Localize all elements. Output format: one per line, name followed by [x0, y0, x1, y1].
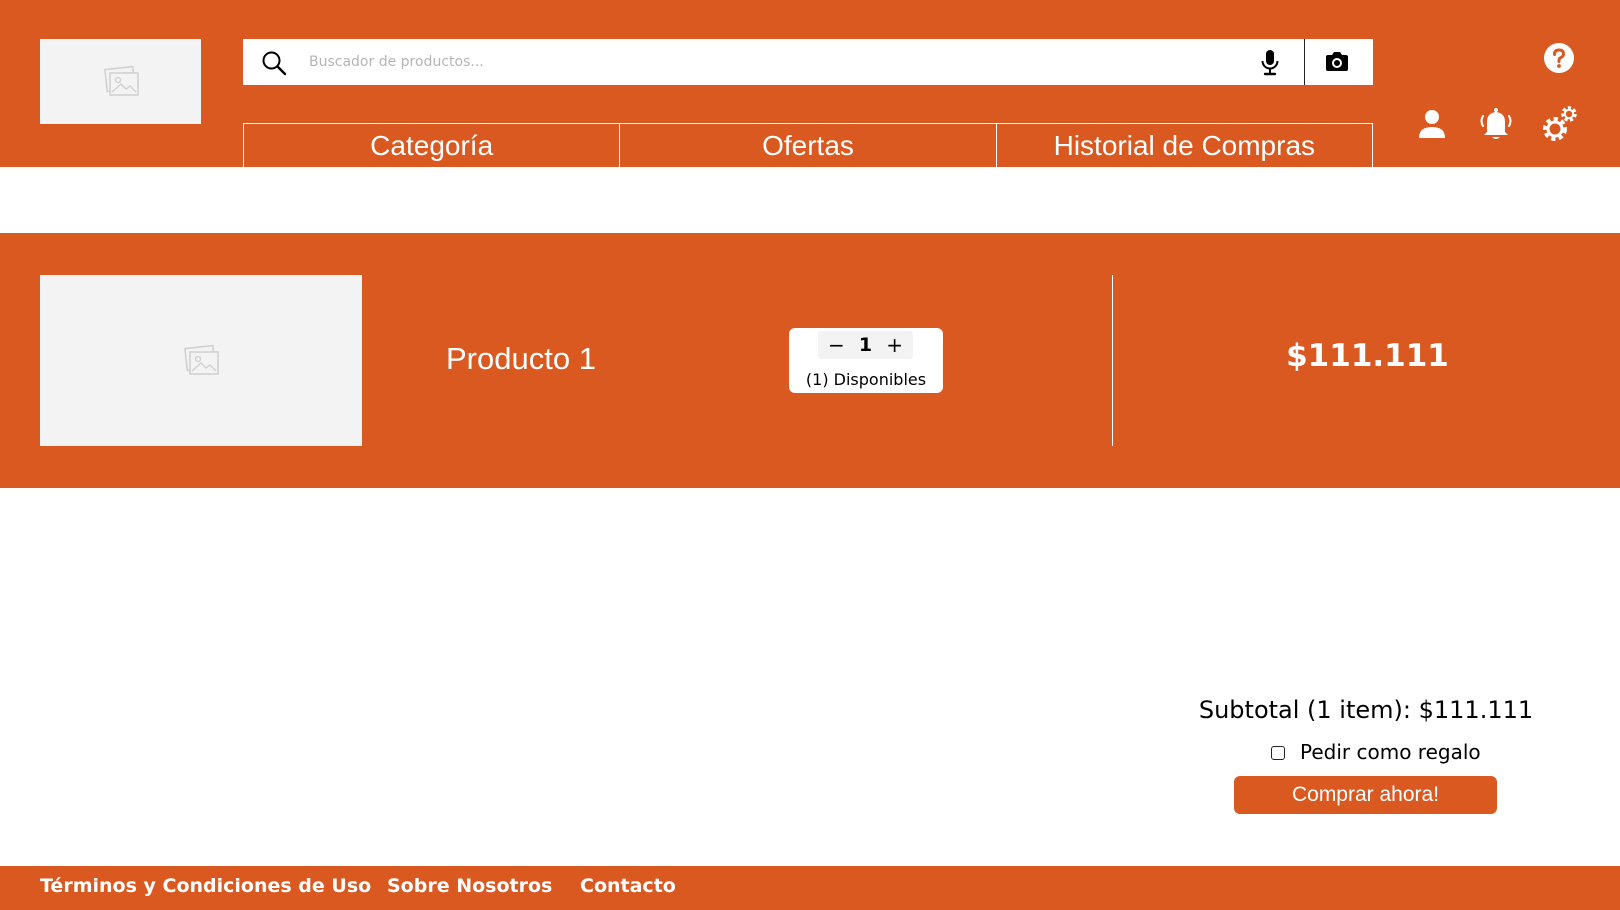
- decrement-button[interactable]: −: [828, 335, 845, 355]
- image-placeholder-icon: [181, 344, 221, 378]
- search-input[interactable]: [309, 45, 1209, 79]
- search-bar: [243, 39, 1373, 85]
- quantity-stepper: − 1 + (1) Disponibles: [789, 328, 943, 393]
- footer-link-contacto[interactable]: Contacto: [580, 875, 676, 897]
- increment-button[interactable]: +: [886, 335, 903, 355]
- image-placeholder-icon: [102, 65, 140, 99]
- header: Categoría Ofertas Historial de Compras: [0, 0, 1620, 167]
- logo[interactable]: [40, 39, 201, 124]
- main-nav: Categoría Ofertas Historial de Compras: [243, 123, 1373, 167]
- nav-item-categoria[interactable]: Categoría: [244, 124, 619, 167]
- row-divider: [1112, 275, 1113, 446]
- camera-icon[interactable]: [1324, 50, 1350, 78]
- product-name[interactable]: Producto 1: [446, 341, 596, 377]
- nav-item-historial[interactable]: Historial de Compras: [995, 124, 1372, 167]
- nav-item-ofertas[interactable]: Ofertas: [619, 124, 995, 167]
- help-icon[interactable]: [1543, 42, 1575, 78]
- gift-checkbox[interactable]: [1271, 746, 1285, 760]
- quantity-value[interactable]: 1: [859, 334, 872, 356]
- gift-label[interactable]: Pedir como regalo: [1300, 740, 1481, 764]
- footer-link-terminos[interactable]: Términos y Condiciones de Uso: [40, 875, 371, 897]
- bell-icon[interactable]: [1478, 106, 1514, 146]
- footer: Términos y Condiciones de Uso Sobre Noso…: [0, 866, 1620, 910]
- footer-link-sobre-nosotros[interactable]: Sobre Nosotros: [387, 875, 552, 897]
- microphone-icon[interactable]: [1260, 49, 1280, 81]
- product-price: $111.111: [1286, 338, 1449, 374]
- cart-item-row: Producto 1 − 1 + (1) Disponibles $111.11…: [0, 233, 1620, 488]
- quantity-controls: − 1 +: [818, 331, 913, 359]
- subtotal: Subtotal (1 item): $111.111: [1198, 696, 1534, 724]
- product-image[interactable]: [40, 275, 362, 446]
- search-icon[interactable]: [261, 50, 287, 80]
- search-divider: [1304, 39, 1305, 85]
- gear-icon[interactable]: [1540, 104, 1580, 148]
- available-stock: (1) Disponibles: [805, 370, 927, 389]
- user-icon[interactable]: [1416, 108, 1448, 144]
- buy-now-button[interactable]: Comprar ahora!: [1234, 776, 1497, 814]
